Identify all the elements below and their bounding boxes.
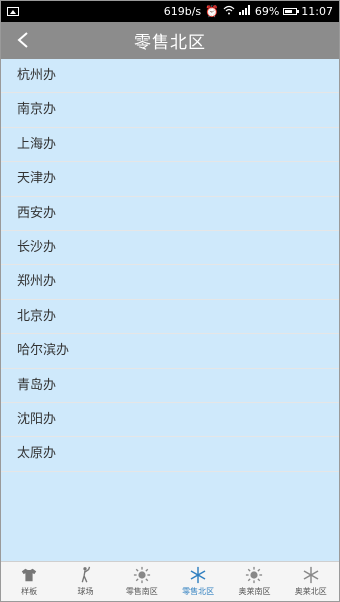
list-item-office[interactable]: 上海办: [1, 127, 339, 163]
office-list: 杭州办 南京办 上海办 天津办 西安办 长沙办 郑州办 北京办 哈尔滨办 青岛办…: [1, 59, 339, 472]
tab-label: 奥莱北区: [294, 587, 327, 596]
list-item-office[interactable]: 沈阳办: [1, 402, 339, 438]
tab-label: 奥莱南区: [238, 587, 271, 596]
battery-percent: 69%: [254, 5, 280, 18]
clock: 11:07: [301, 5, 333, 18]
list-item-office[interactable]: 天津办: [1, 162, 339, 197]
list-item-office[interactable]: 青岛办: [1, 368, 339, 403]
snowflake-icon: [190, 566, 206, 584]
tab-label: 零售南区: [125, 587, 158, 596]
tab-sample[interactable]: 样板: [1, 562, 57, 601]
golfer-icon: [82, 566, 91, 583]
bottom-tab-bar: 样板 球场 零售南区 零售北区 奥莱南区 奥莱北区: [1, 561, 339, 601]
list-item-office[interactable]: 北京办: [1, 299, 339, 335]
tab-label: 球场: [77, 587, 94, 596]
tab-course[interactable]: 球场: [57, 562, 113, 601]
alarm-icon: ⏰: [205, 5, 219, 18]
wifi-icon: [223, 5, 235, 18]
network-speed: 619b/s: [163, 5, 202, 18]
tab-outlet-south[interactable]: 奥莱南区: [226, 562, 282, 601]
status-bar: 619b/s ⏰ 69% 11:07: [1, 1, 339, 22]
header-bar: 零售北区: [1, 22, 339, 59]
page-title: 零售北区: [134, 33, 206, 53]
tab-label: 零售北区: [182, 587, 215, 596]
tab-outlet-north[interactable]: 奥莱北区: [283, 562, 339, 601]
snowflake-icon: [303, 566, 319, 584]
list-item-office[interactable]: 哈尔滨办: [1, 334, 339, 369]
list-item-office[interactable]: 南京办: [1, 93, 339, 128]
tab-retail-south[interactable]: 零售南区: [114, 562, 170, 601]
list-item-office[interactable]: 长沙办: [1, 230, 339, 266]
list-item-office[interactable]: 郑州办: [1, 265, 339, 300]
image-notification-icon: [7, 7, 19, 16]
list-item-office[interactable]: 杭州办: [1, 59, 339, 94]
tab-label: 样板: [21, 587, 38, 596]
shirt-icon: [21, 568, 37, 582]
signal-icon: [238, 5, 251, 18]
sun-icon: [133, 566, 150, 584]
tab-retail-north[interactable]: 零售北区: [170, 562, 226, 601]
battery-icon: [283, 8, 300, 15]
back-button[interactable]: [11, 28, 35, 52]
sun-icon: [246, 566, 263, 584]
chevron-left-icon: [17, 32, 28, 48]
list-item-office[interactable]: 西安办: [1, 196, 339, 231]
list-item-office[interactable]: 太原办: [1, 437, 339, 472]
